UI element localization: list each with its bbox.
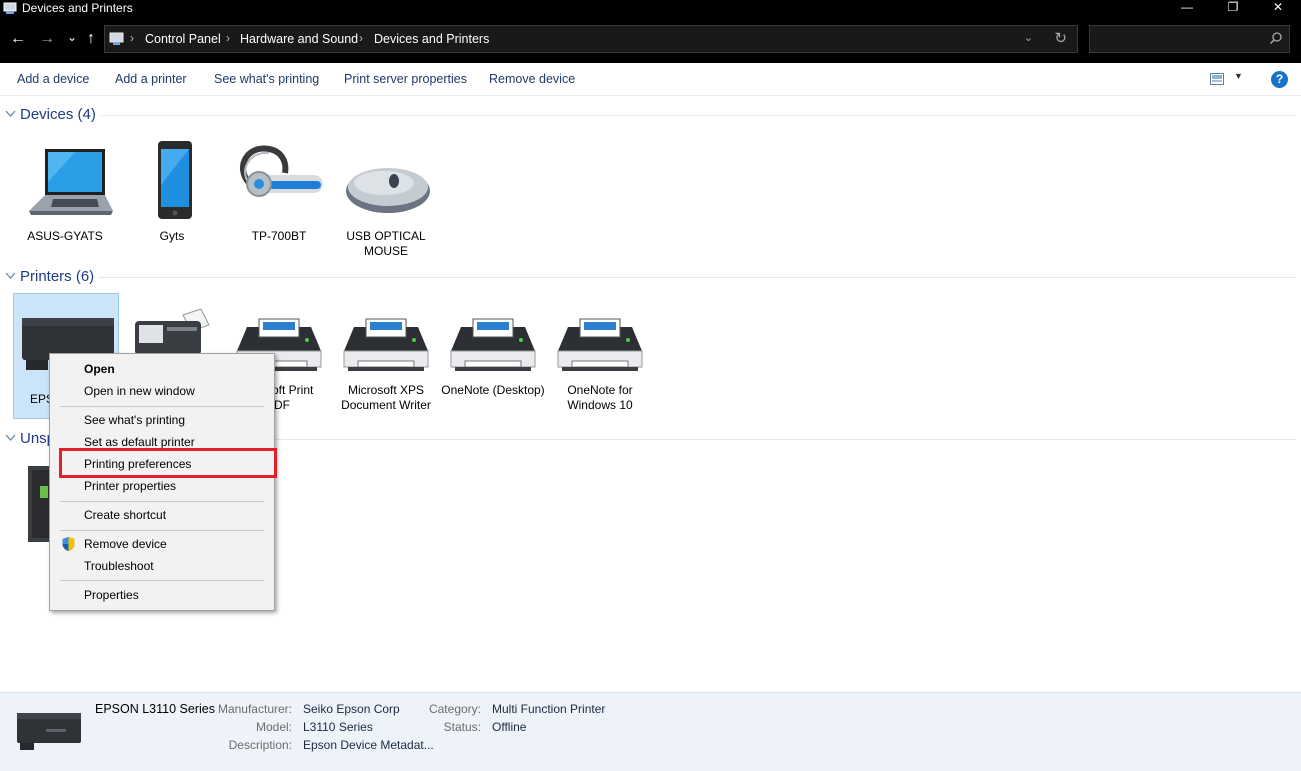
devices-group-title: Devices (4) bbox=[20, 106, 96, 123]
device-label: Gyts bbox=[159, 229, 185, 243]
menu-item-remove-device[interactable]: Remove device bbox=[84, 537, 167, 551]
devices-group-header[interactable]: Devices (4) bbox=[0, 105, 1301, 125]
up-button[interactable]: ↑ bbox=[81, 29, 101, 49]
maximize-button[interactable]: ❐ bbox=[1210, 0, 1256, 17]
search-input[interactable] bbox=[1096, 31, 1266, 47]
view-options-dropdown[interactable]: ▼ bbox=[1234, 71, 1243, 81]
refresh-button[interactable]: ↻ bbox=[1054, 29, 1067, 47]
search-box[interactable] bbox=[1089, 25, 1290, 53]
printers-group-title: Printers (6) bbox=[20, 268, 95, 285]
group-divider bbox=[101, 115, 1296, 116]
device-item[interactable]: USB OPTICAL MOUSE bbox=[333, 137, 439, 259]
device-item[interactable]: TP-700BT bbox=[226, 137, 332, 244]
menu-separator bbox=[60, 580, 264, 581]
description-label: Description: bbox=[228, 738, 292, 752]
print-server-properties-button[interactable]: Print server properties bbox=[344, 72, 467, 86]
laptop-icon bbox=[29, 149, 113, 215]
chevron-down-icon bbox=[5, 434, 16, 441]
command-bar: Add a device Add a printer See what's pr… bbox=[0, 63, 1301, 96]
category-value: Multi Function Printer bbox=[492, 702, 606, 716]
mouse-icon bbox=[346, 168, 430, 213]
printer-icon bbox=[343, 318, 429, 371]
menu-item-properties[interactable]: Properties bbox=[84, 588, 139, 602]
chevron-down-icon bbox=[5, 110, 16, 117]
menu-separator bbox=[60, 406, 264, 407]
add-printer-button[interactable]: Add a printer bbox=[115, 72, 187, 86]
add-device-button[interactable]: Add a device bbox=[17, 72, 89, 86]
breadcrumb-separator: › bbox=[226, 31, 230, 45]
navigation-bar: ← → ⌄ ↑ › Control Panel › Hardware and S… bbox=[0, 17, 1301, 63]
forward-button[interactable]: → bbox=[37, 29, 57, 49]
printer-item-microsoft-xps-document-writer[interactable]: Microsoft XPS Document Writer bbox=[333, 307, 439, 413]
chevron-down-icon bbox=[5, 272, 16, 279]
title-bar: Devices and Printers — ❐ ✕ bbox=[0, 0, 1301, 17]
printer-icon bbox=[557, 318, 643, 371]
see-whats-printing-button[interactable]: See what's printing bbox=[214, 72, 319, 86]
device-name: EPSON L3110 Series bbox=[95, 702, 215, 716]
menu-item-printer-properties[interactable]: Printer properties bbox=[84, 479, 176, 493]
menu-item-open-in-new-window[interactable]: Open in new window bbox=[84, 384, 195, 398]
device-label: ASUS-GYATS bbox=[27, 229, 103, 243]
context-menu: Open Open in new window See what's print… bbox=[49, 353, 275, 611]
group-divider bbox=[98, 277, 1296, 278]
printer-label: Microsoft XPS Document Writer bbox=[341, 383, 431, 412]
control-panel-icon bbox=[109, 32, 124, 45]
uac-shield-icon bbox=[62, 537, 75, 551]
menu-item-troubleshoot[interactable]: Troubleshoot bbox=[84, 559, 154, 573]
description-value: Epson Device Metadat... bbox=[303, 738, 434, 752]
highlight-box bbox=[59, 448, 277, 478]
menu-item-see-whats-printing[interactable]: See what's printing bbox=[84, 413, 185, 427]
menu-item-open[interactable]: Open bbox=[84, 362, 115, 376]
details-pane: EPSON L3110 Series Manufacturer: Seiko E… bbox=[0, 692, 1301, 771]
search-icon bbox=[1269, 32, 1282, 45]
breadcrumb-separator: › bbox=[359, 31, 363, 45]
recent-locations-button[interactable]: ⌄ bbox=[62, 27, 82, 47]
devices-and-printers-icon bbox=[3, 2, 17, 14]
close-button[interactable]: ✕ bbox=[1255, 0, 1301, 17]
menu-item-set-as-default-printer[interactable]: Set as default printer bbox=[84, 435, 195, 449]
model-value: L3110 Series bbox=[303, 720, 373, 734]
help-button[interactable]: ? bbox=[1271, 71, 1288, 88]
manufacturer-value: Seiko Epson Corp bbox=[303, 702, 400, 716]
change-view-icon[interactable] bbox=[1210, 73, 1224, 85]
printer-item-fax[interactable] bbox=[120, 307, 226, 357]
status-value: Offline bbox=[492, 720, 527, 734]
remove-device-button[interactable]: Remove device bbox=[489, 72, 575, 86]
device-label: USB OPTICAL MOUSE bbox=[346, 229, 426, 258]
breadcrumb-separator: › bbox=[130, 31, 134, 45]
group-divider bbox=[275, 439, 1296, 440]
back-button[interactable]: ← bbox=[8, 29, 28, 49]
epson-printer-thumbnail-icon bbox=[17, 713, 81, 750]
manufacturer-label: Manufacturer: bbox=[217, 702, 292, 716]
breadcrumb-devices-and-printers[interactable]: Devices and Printers bbox=[374, 32, 489, 46]
window-title: Devices and Printers bbox=[22, 1, 133, 15]
status-label: Status: bbox=[443, 720, 481, 734]
model-label: Model: bbox=[255, 720, 292, 734]
category-label: Category: bbox=[428, 702, 481, 716]
menu-item-create-shortcut[interactable]: Create shortcut bbox=[84, 508, 166, 522]
fax-icon bbox=[135, 308, 210, 355]
phone-icon bbox=[158, 141, 192, 219]
device-item[interactable]: ASUS-GYATS bbox=[12, 137, 118, 244]
menu-separator bbox=[60, 501, 264, 502]
printer-item-onenote-for-windows-10[interactable]: OneNote for Windows 10 bbox=[547, 307, 653, 413]
minimize-button[interactable]: — bbox=[1164, 0, 1210, 17]
printer-label: OneNote for Windows 10 bbox=[567, 383, 633, 412]
printer-item-onenote-desktop[interactable]: OneNote (Desktop) bbox=[440, 307, 546, 398]
device-label: TP-700BT bbox=[251, 229, 307, 243]
headset-icon bbox=[240, 145, 323, 197]
address-dropdown-button[interactable]: ⌄ bbox=[1024, 31, 1033, 44]
device-item[interactable]: Gyts bbox=[119, 137, 225, 244]
printer-label: OneNote (Desktop) bbox=[441, 383, 545, 397]
address-bar[interactable]: › Control Panel › Hardware and Sound › D… bbox=[104, 25, 1078, 53]
printers-group-header[interactable]: Printers (6) bbox=[0, 267, 1301, 287]
breadcrumb-hardware-and-sound[interactable]: Hardware and Sound bbox=[240, 32, 358, 46]
printer-icon bbox=[450, 318, 536, 371]
breadcrumb-control-panel[interactable]: Control Panel bbox=[145, 32, 221, 46]
menu-separator bbox=[60, 530, 264, 531]
